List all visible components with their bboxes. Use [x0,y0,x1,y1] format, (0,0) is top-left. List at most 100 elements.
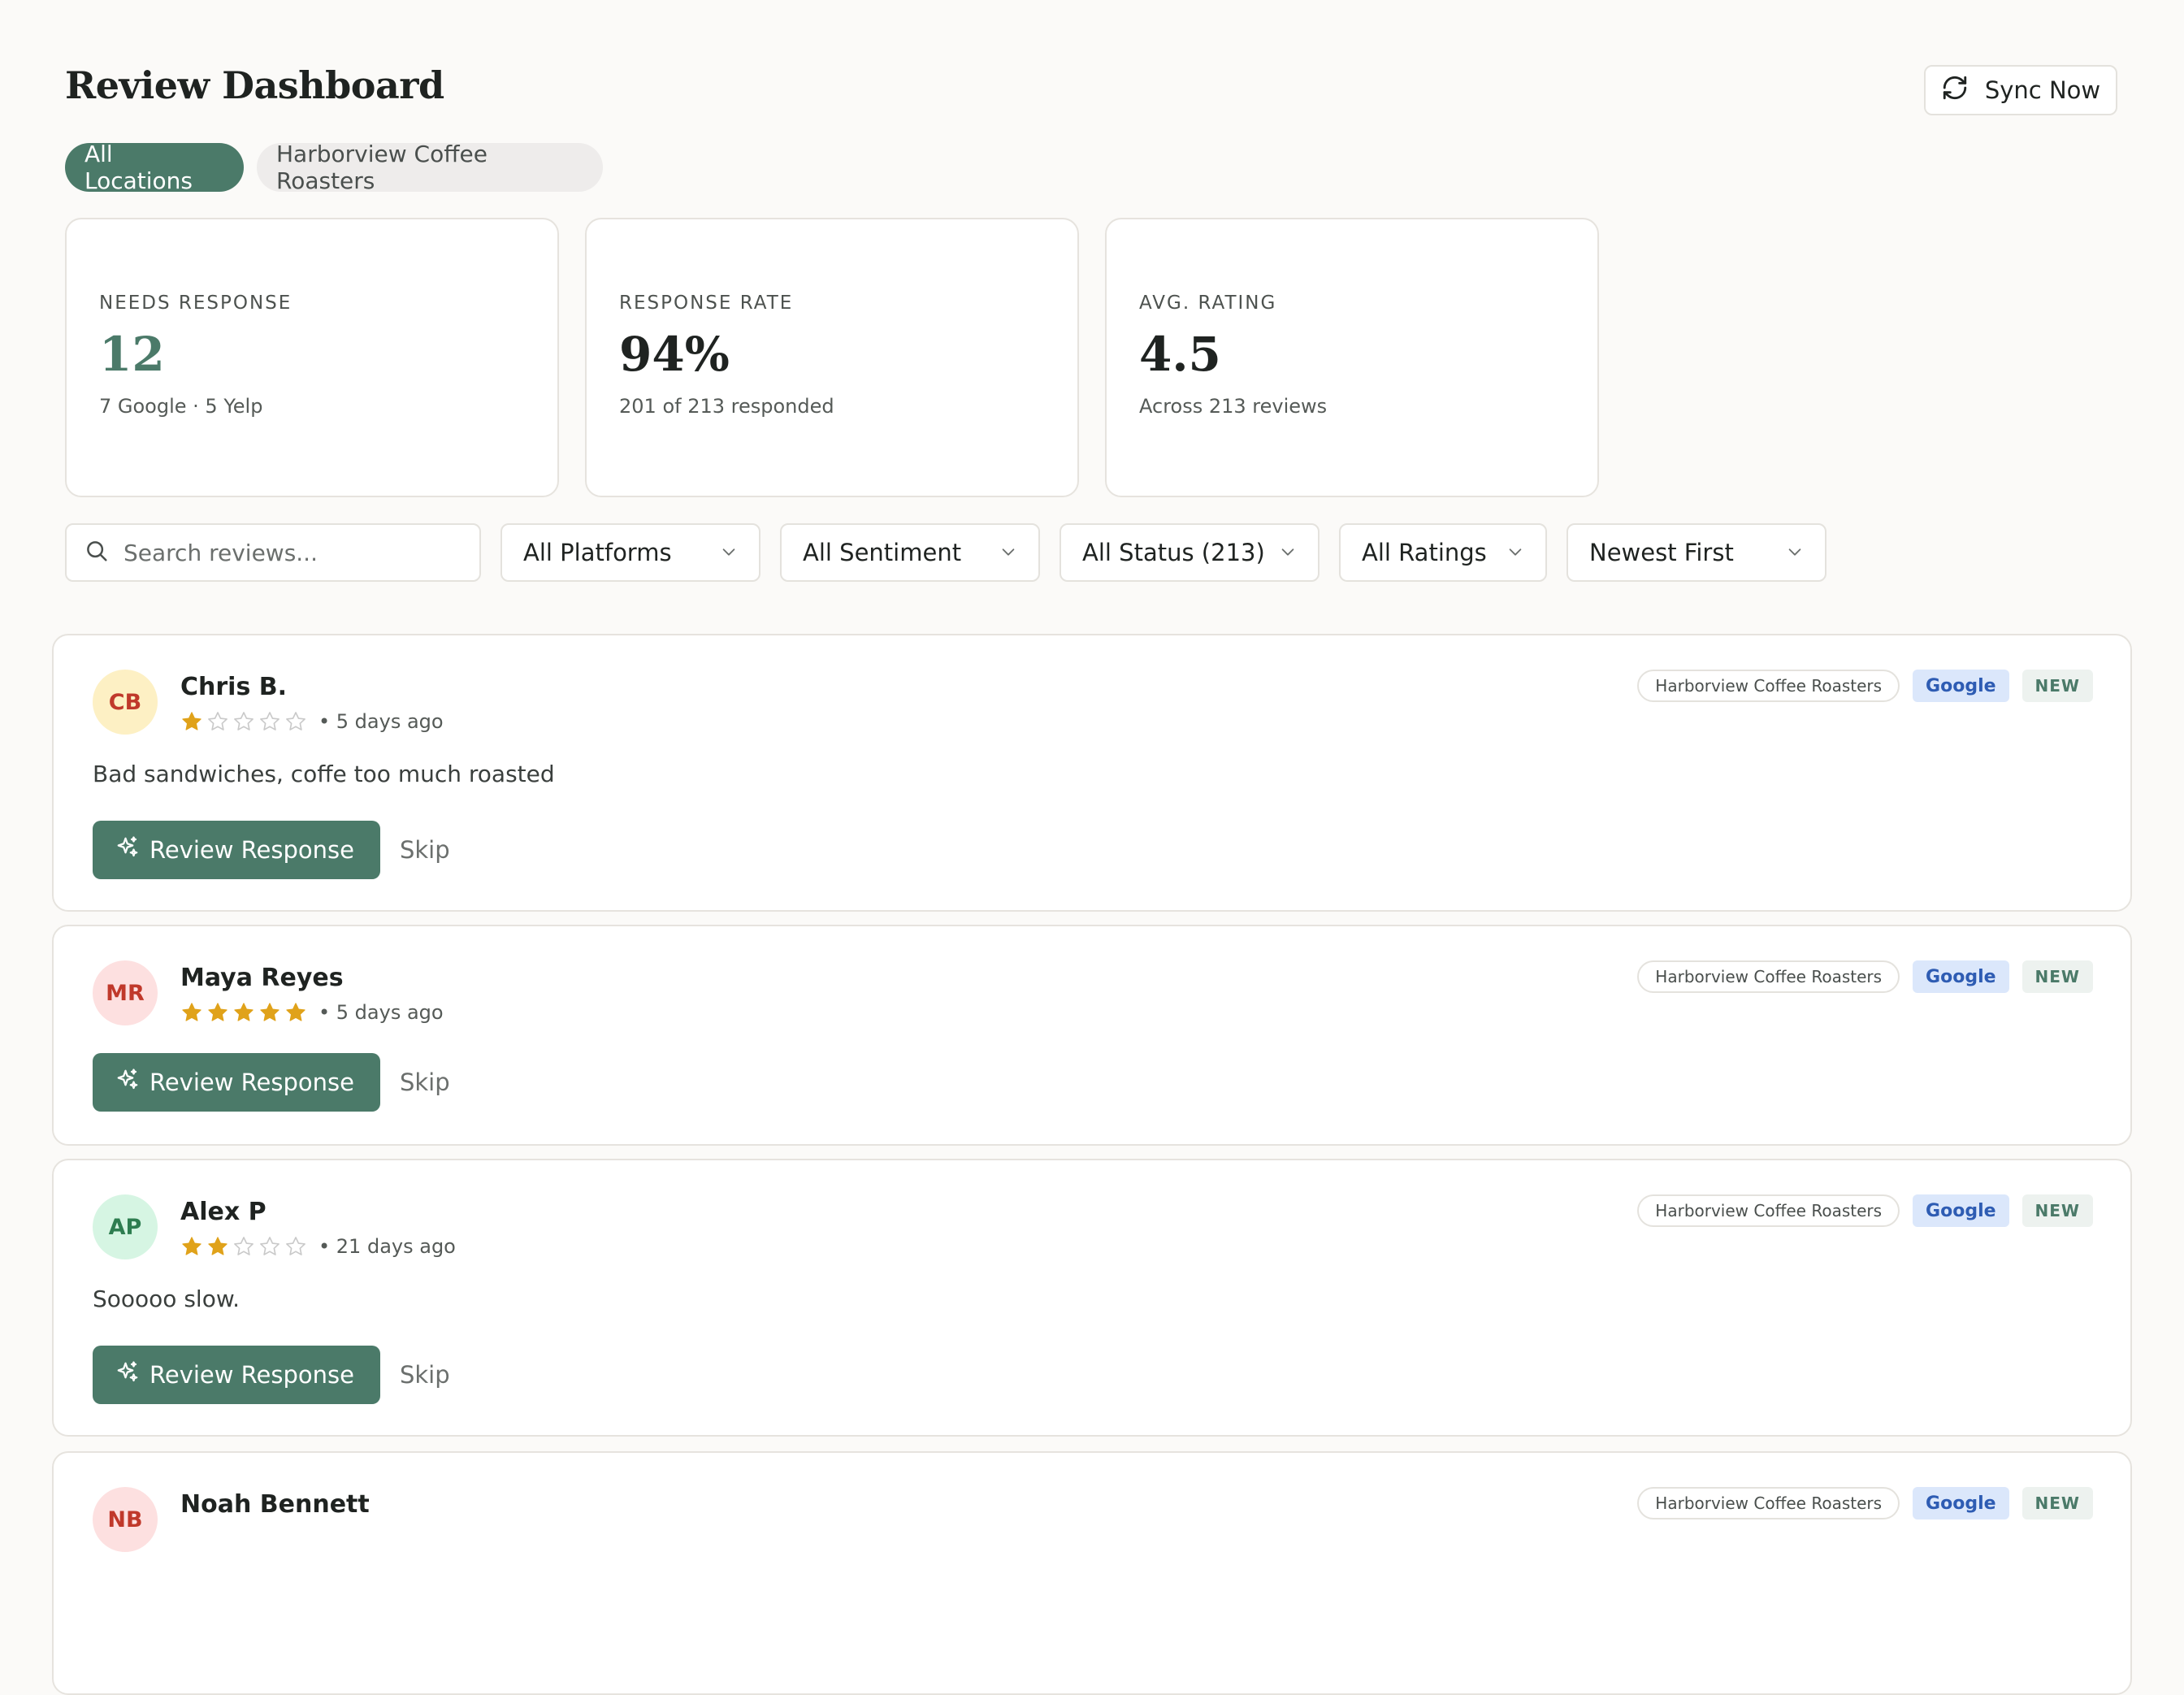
review-response-label: Review Response [150,1069,354,1096]
location-pill-harborview[interactable]: Harborview Coffee Roasters [257,141,603,194]
star-empty-icon [234,712,254,730]
sort-select-value: Newest First [1589,539,1734,566]
new-badge: NEW [2022,670,2093,702]
stat-label: RESPONSE RATE [619,293,794,314]
star-filled-icon [234,1003,254,1021]
location-tag: Harborview Coffee Roasters [1637,1487,1900,1519]
stat-card-needs-response: NEEDS RESPONSE 12 7 Google · 5 Yelp [65,218,559,497]
review-card: NB Noah Bennett Harborview Coffee Roaste… [52,1451,2132,1695]
new-badge: NEW [2022,1487,2093,1519]
stat-value: 94% [619,327,730,382]
platform-badge: Google [1913,960,2009,993]
skip-button[interactable]: Skip [400,1361,450,1389]
review-tags: Harborview Coffee Roasters Google NEW [1637,1487,2093,1519]
review-card: AP Alex P • 21 days ago Harborview Coffe… [52,1159,2132,1437]
review-actions: Review Response Skip [93,1346,450,1404]
page-title: Review Dashboard [65,63,444,107]
star-filled-icon [182,1237,202,1255]
location-pill-all[interactable]: All Locations [65,141,244,194]
stat-subtext: Across 213 reviews [1139,395,1328,418]
review-time: • 21 days ago [318,1235,456,1258]
search-input[interactable] [122,538,450,567]
review-response-label: Review Response [150,1361,354,1389]
review-response-label: Review Response [150,836,354,864]
star-filled-icon [260,1003,280,1021]
avatar: MR [93,960,158,1025]
star-empty-icon [260,712,280,730]
reviewer-name: Noah Bennett [180,1490,370,1519]
stat-subtext: 201 of 213 responded [619,395,834,418]
star-filled-icon [208,1003,228,1021]
review-card: CB Chris B. • 5 days ago Harborview Coff… [52,634,2132,912]
reviewer-name: Chris B. [180,673,288,701]
review-time: • 5 days ago [318,1001,444,1024]
star-filled-icon [286,1003,306,1021]
stat-value: 4.5 [1139,327,1221,382]
review-tags: Harborview Coffee Roasters Google NEW [1637,1194,2093,1227]
sentiment-select[interactable]: All Sentiment [780,523,1040,582]
skip-button[interactable]: Skip [400,836,450,864]
location-tag: Harborview Coffee Roasters [1637,960,1900,993]
star-empty-icon [208,712,228,730]
review-actions: Review Response Skip [93,821,450,879]
reviewer-name: Maya Reyes [180,964,344,992]
stat-value: 12 [99,327,165,382]
review-response-button[interactable]: Review Response [93,1346,380,1404]
review-meta: • 5 days ago [180,1001,444,1024]
status-select[interactable]: All Status (213) [1060,523,1320,582]
sync-now-label: Sync Now [1984,76,2101,104]
sync-now-button[interactable]: Sync Now [1924,65,2117,115]
skip-button[interactable]: Skip [400,1069,450,1096]
search-icon [84,539,109,566]
review-response-button[interactable]: Review Response [93,821,380,879]
chevron-down-icon [720,539,738,566]
platform-badge: Google [1913,670,2009,702]
review-actions: Review Response Skip [93,1053,450,1112]
refresh-icon [1941,74,1969,107]
star-empty-icon [234,1237,254,1255]
platform-select-value: All Platforms [523,539,672,566]
chevron-down-icon [1279,539,1297,566]
avatar: AP [93,1194,158,1259]
star-empty-icon [286,1237,306,1255]
review-dashboard: Review Dashboard Sync Now All Locations … [0,0,2184,1695]
reviewer-name: Alex P [180,1198,266,1226]
review-time: • 5 days ago [318,710,444,733]
sparkles-icon [115,835,140,865]
star-filled-icon [182,1003,202,1021]
stat-label: NEEDS RESPONSE [99,293,292,314]
star-rating [180,710,307,733]
ratings-select[interactable]: All Ratings [1339,523,1547,582]
sparkles-icon [115,1360,140,1390]
status-select-value: All Status (213) [1082,539,1265,566]
review-tags: Harborview Coffee Roasters Google NEW [1637,670,2093,702]
review-meta: • 21 days ago [180,1235,456,1258]
star-filled-icon [208,1237,228,1255]
review-text: Bad sandwiches, coffe too much roasted [93,761,555,787]
review-response-button[interactable]: Review Response [93,1053,380,1112]
review-tags: Harborview Coffee Roasters Google NEW [1637,960,2093,993]
review-text: Sooooo slow. [93,1285,240,1312]
stat-subtext: 7 Google · 5 Yelp [99,395,263,418]
sparkles-icon [115,1068,140,1098]
review-meta: • 5 days ago [180,710,444,733]
ratings-select-value: All Ratings [1362,539,1487,566]
sort-select[interactable]: Newest First [1566,523,1826,582]
chevron-down-icon [1506,539,1524,566]
search-box [65,523,481,582]
avatar: CB [93,670,158,735]
star-rating [180,1235,307,1258]
location-tag: Harborview Coffee Roasters [1637,670,1900,702]
chevron-down-icon [1786,539,1804,566]
platform-badge: Google [1913,1194,2009,1227]
avatar: NB [93,1487,158,1552]
platform-badge: Google [1913,1487,2009,1519]
star-rating [180,1001,307,1024]
location-tag: Harborview Coffee Roasters [1637,1194,1900,1227]
stat-card-response-rate: RESPONSE RATE 94% 201 of 213 responded [585,218,1079,497]
stat-card-avg-rating: AVG. RATING 4.5 Across 213 reviews [1105,218,1599,497]
stat-label: AVG. RATING [1139,293,1277,314]
new-badge: NEW [2022,960,2093,993]
platform-select[interactable]: All Platforms [500,523,760,582]
review-card: MR Maya Reyes • 5 days ago Harborview Co… [52,925,2132,1146]
